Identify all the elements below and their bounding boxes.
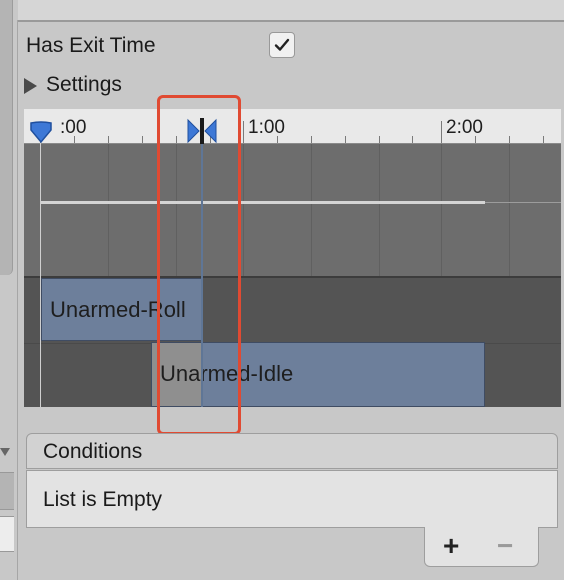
ruler-tick [311, 136, 312, 143]
foldout-arrow-icon[interactable] [24, 78, 37, 94]
start-marker-icon[interactable] [29, 120, 53, 144]
has-exit-time-row: Has Exit Time [26, 30, 316, 62]
collapse-arrow-icon[interactable] [0, 448, 10, 456]
conditions-title: Conditions [43, 440, 143, 463]
ruler-tick-major [441, 121, 442, 143]
grid-line [379, 144, 380, 276]
left-panel-field-fragment [0, 516, 14, 552]
transition-curve-area[interactable] [24, 144, 561, 278]
grid-line [108, 144, 109, 276]
ruler-label-1: 1:00 [248, 117, 285, 138]
has-exit-time-checkbox[interactable] [269, 32, 295, 58]
has-exit-time-label: Has Exit Time [26, 34, 156, 57]
ruler-tick [108, 136, 109, 143]
ruler-label-2: 2:00 [446, 117, 483, 138]
highlight-annotation-box [157, 95, 241, 435]
clip-tracks: Unarmed-Roll Unarmed-Idle [24, 278, 561, 407]
conditions-list: List is Empty [26, 470, 558, 528]
checkmark-icon [274, 38, 290, 51]
settings-foldout-label[interactable]: Settings [46, 73, 122, 97]
conditions-header: Conditions [26, 433, 558, 469]
ruler-label-0: :00 [60, 117, 87, 138]
ruler-tick [345, 136, 346, 143]
left-panel-scrollbar[interactable] [0, 0, 13, 275]
grid-line [441, 144, 442, 276]
grid-line [243, 144, 244, 276]
conditions-empty-text: List is Empty [43, 488, 163, 511]
ruler-tick-major [243, 121, 244, 143]
panel-divider [17, 20, 18, 580]
parameter-curve [40, 201, 485, 204]
grid-line [311, 144, 312, 276]
ruler-tick [142, 136, 143, 143]
ruler-tick [379, 136, 380, 143]
transition-timeline[interactable]: :00 1:00 2:00 Unarmed-Roll Unarmed-Idle [24, 109, 561, 407]
parameter-curve-tail [485, 202, 561, 203]
start-line [40, 143, 41, 407]
conditions-footer: + − [424, 527, 539, 567]
ruler-tick [412, 136, 413, 143]
remove-condition-button[interactable]: − [497, 530, 513, 562]
timeline-ruler[interactable]: :00 1:00 2:00 [24, 109, 561, 144]
left-panel-fragment [0, 472, 14, 510]
inspector-header-strip [18, 0, 564, 22]
add-condition-button[interactable]: + [443, 530, 459, 562]
ruler-tick [509, 136, 510, 143]
grid-line [509, 144, 510, 276]
ruler-tick [543, 136, 544, 143]
